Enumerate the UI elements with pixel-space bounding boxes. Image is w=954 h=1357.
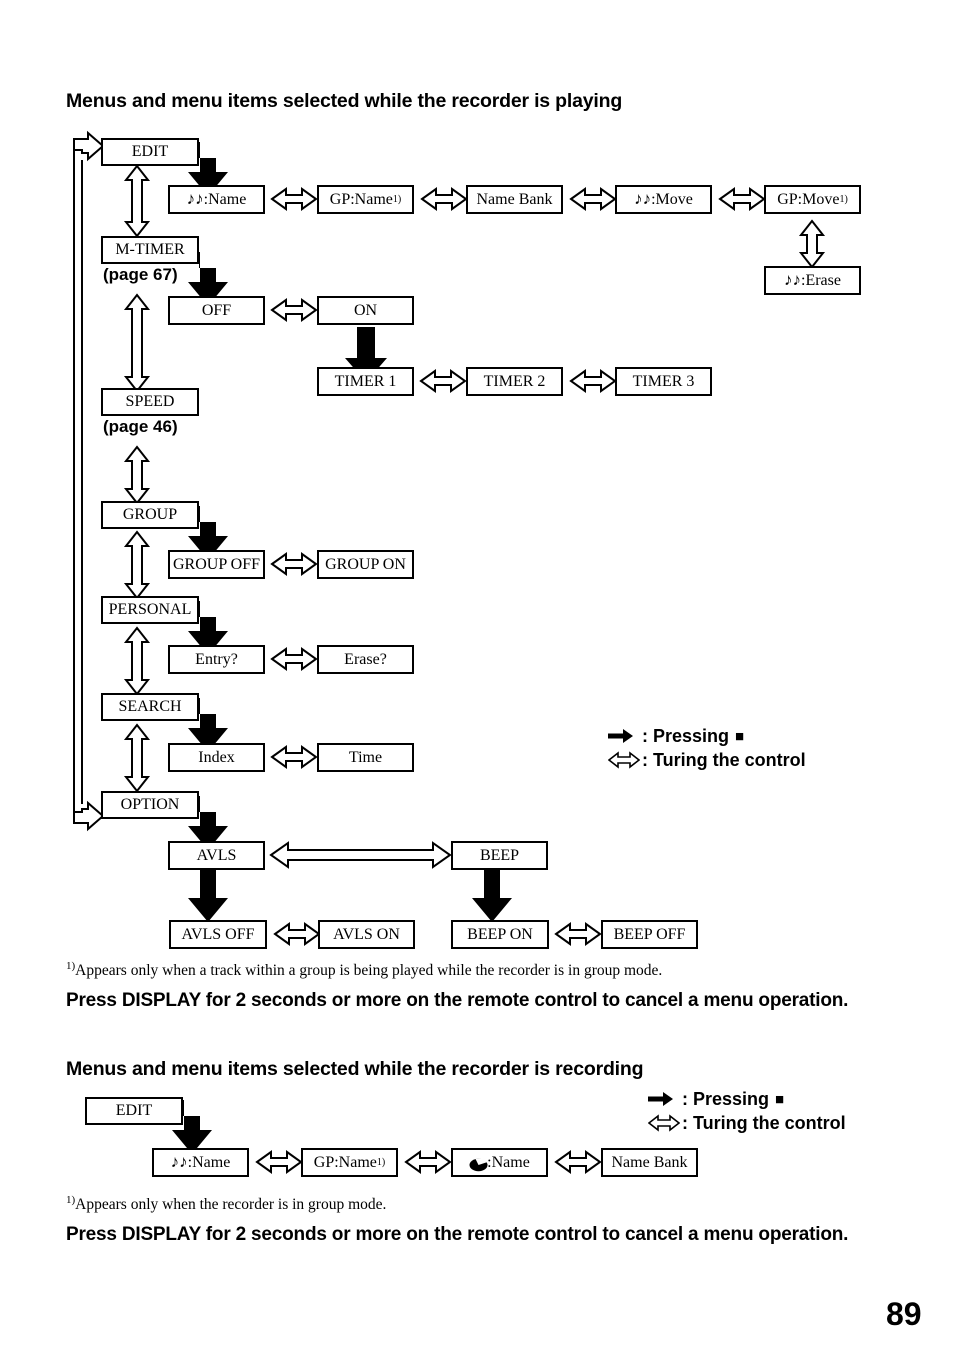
submenu-box-track-erase[interactable]: ♪♪:Erase — [764, 266, 861, 295]
submenu-box-name-bank[interactable]: Name Bank — [466, 185, 563, 214]
menu-box-edit[interactable]: EDIT — [101, 138, 199, 166]
submenu-label: GP:Name — [329, 190, 393, 208]
rec-submenu-box-gp-name[interactable]: GP:Name 1) — [301, 1148, 398, 1177]
section-title-recording: Menus and menu items selected while the … — [66, 1058, 644, 1080]
disc-icon — [469, 1158, 488, 1171]
solid-right-arrow-icon — [608, 728, 642, 744]
submenu-box-mtimer-on[interactable]: ON — [317, 296, 414, 325]
submenu-box-beep-off[interactable]: BEEP OFF — [601, 920, 698, 949]
solid-right-arrow-icon — [648, 1091, 682, 1107]
music-note-icon: ♪♪ — [784, 270, 801, 289]
legend-turn-label: : Turing the control — [642, 749, 806, 770]
submenu-box-gp-move[interactable]: GP:Move 1) — [764, 185, 861, 214]
submenu-box-group-off[interactable]: GROUP OFF — [168, 550, 265, 579]
footnote-marker: 1) — [66, 960, 76, 972]
hollow-double-arrow-icon — [608, 751, 642, 769]
menu-box-group[interactable]: GROUP — [101, 501, 199, 529]
submenu-label: GP:Move — [777, 190, 840, 208]
menu-box-search[interactable]: SEARCH — [101, 693, 199, 721]
rec-submenu-box-disc-name[interactable]: :Name — [451, 1148, 548, 1177]
menu-box-option[interactable]: OPTION — [101, 791, 199, 819]
cancel-note-playing: Press DISPLAY for 2 seconds or more on t… — [66, 990, 849, 1011]
page-ref-m-timer: (page 67) — [103, 265, 178, 284]
submenu-label: :Erase — [801, 271, 841, 289]
submenu-label: GP:Name — [313, 1153, 377, 1171]
submenu-box-avls[interactable]: AVLS — [168, 841, 265, 870]
legend-press-label: : Pressing — [642, 725, 730, 746]
submenu-label: :Name — [203, 190, 247, 208]
submenu-label: :Move — [651, 190, 693, 208]
legend-row-turn: : Turing the control — [648, 1111, 846, 1135]
submenu-box-erase[interactable]: Erase? — [317, 645, 414, 674]
submenu-box-avls-on[interactable]: AVLS ON — [318, 920, 415, 949]
submenu-box-track-name[interactable]: ♪♪:Name — [168, 185, 265, 214]
submenu-box-mtimer-off[interactable]: OFF — [168, 296, 265, 325]
submenu-box-index[interactable]: Index — [168, 743, 265, 772]
submenu-box-gp-name[interactable]: GP:Name 1) — [317, 185, 414, 214]
rec-submenu-box-track-name[interactable]: ♪♪:Name — [152, 1148, 249, 1177]
submenu-box-track-move[interactable]: ♪♪:Move — [615, 185, 712, 214]
submenu-box-group-on[interactable]: GROUP ON — [317, 550, 414, 579]
music-note-icon: ♪♪ — [170, 1152, 188, 1171]
menu-box-speed[interactable]: SPEED — [101, 388, 199, 416]
hollow-double-arrow-icon — [648, 1114, 682, 1132]
stop-square-icon: ■ — [775, 1090, 785, 1108]
submenu-box-timer-2[interactable]: TIMER 2 — [466, 367, 563, 396]
submenu-label: :Name — [187, 1153, 231, 1171]
submenu-box-avls-off[interactable]: AVLS OFF — [169, 920, 267, 949]
submenu-box-time[interactable]: Time — [317, 743, 414, 772]
page-number: 89 — [886, 1296, 922, 1332]
page-ref-speed: (page 46) — [103, 417, 178, 436]
stop-square-icon: ■ — [735, 727, 745, 745]
music-note-icon: ♪♪ — [634, 189, 652, 208]
submenu-box-beep[interactable]: BEEP — [451, 841, 548, 870]
submenu-box-entry[interactable]: Entry? — [168, 645, 265, 674]
submenu-label: :Name — [487, 1153, 530, 1171]
legend-row-press: : Pressing ■ — [648, 1087, 846, 1111]
rec-menu-box-edit[interactable]: EDIT — [85, 1097, 183, 1125]
manual-page: Menus and menu items selected while the … — [0, 0, 954, 1357]
legend-playing: : Pressing ■ : Turing the control — [608, 724, 806, 772]
legend-recording: : Pressing ■ : Turing the control — [648, 1087, 846, 1135]
submenu-box-beep-on[interactable]: BEEP ON — [451, 920, 549, 949]
submenu-box-timer-1[interactable]: TIMER 1 — [317, 367, 414, 396]
legend-row-turn: : Turing the control — [608, 748, 806, 772]
menu-box-personal[interactable]: PERSONAL — [101, 596, 199, 624]
footnote-recording: 1)Appears only when the recorder is in g… — [66, 1194, 387, 1214]
rec-submenu-box-name-bank[interactable]: Name Bank — [601, 1148, 698, 1177]
music-note-icon: ♪♪ — [186, 189, 204, 208]
legend-press-label: : Pressing — [682, 1088, 770, 1109]
legend-row-press: : Pressing ■ — [608, 724, 806, 748]
footnote-playing: 1)Appears only when a track within a gro… — [66, 960, 663, 980]
submenu-box-timer-3[interactable]: TIMER 3 — [615, 367, 712, 396]
cancel-note-recording: Press DISPLAY for 2 seconds or more on t… — [66, 1224, 849, 1245]
footnote-marker: 1) — [66, 1194, 76, 1206]
legend-turn-label: : Turing the control — [682, 1112, 846, 1133]
menu-box-m-timer[interactable]: M-TIMER — [101, 236, 199, 264]
section-title-playing: Menus and menu items selected while the … — [66, 90, 623, 112]
